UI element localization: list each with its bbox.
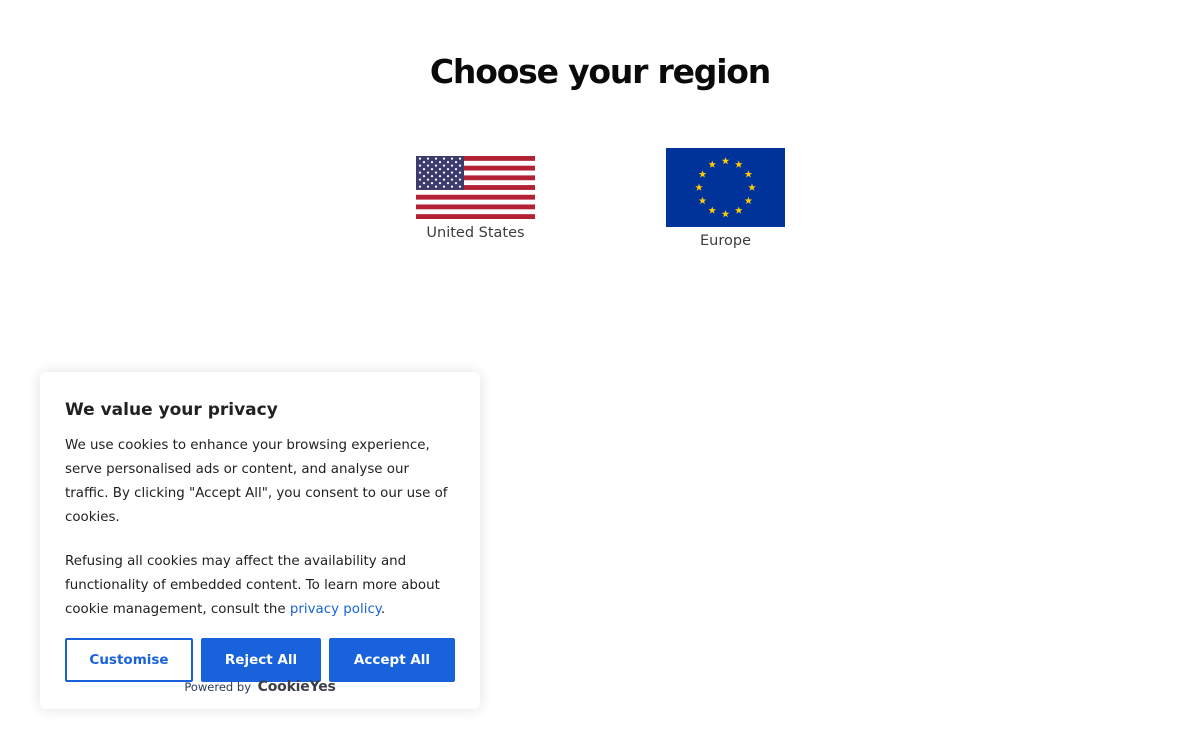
cookie-banner-description: We use cookies to enhance your browsing … [65, 438, 448, 525]
cookie-banner-notice: Refusing all cookies may affect the avai… [65, 550, 455, 622]
privacy-policy-link[interactable]: privacy policy [290, 602, 381, 617]
region-label: United States [426, 225, 525, 241]
reject-all-button[interactable]: Reject All [201, 638, 321, 682]
region-europe[interactable]: Europe [666, 148, 785, 249]
page-title: Choose your region [429, 52, 771, 91]
us-flag-icon [416, 156, 535, 219]
region-united-states[interactable]: United States [416, 156, 535, 241]
powered-by: Powered by CookieYes [40, 679, 480, 695]
customise-button[interactable]: Customise [65, 638, 193, 682]
region-label: Europe [700, 233, 751, 249]
eu-flag-icon [666, 148, 785, 227]
cookieyes-logo[interactable]: CookieYes [258, 679, 336, 695]
cookie-notice-period: . [380, 602, 386, 617]
cookie-button-row: Customise Reject All Accept All [65, 638, 455, 682]
cookie-consent-banner: We value your privacy We use cookies to … [40, 372, 480, 709]
cookie-banner-title: We value your privacy [65, 400, 278, 420]
powered-by-text: Powered by [184, 680, 251, 694]
accept-all-button[interactable]: Accept All [329, 638, 455, 682]
